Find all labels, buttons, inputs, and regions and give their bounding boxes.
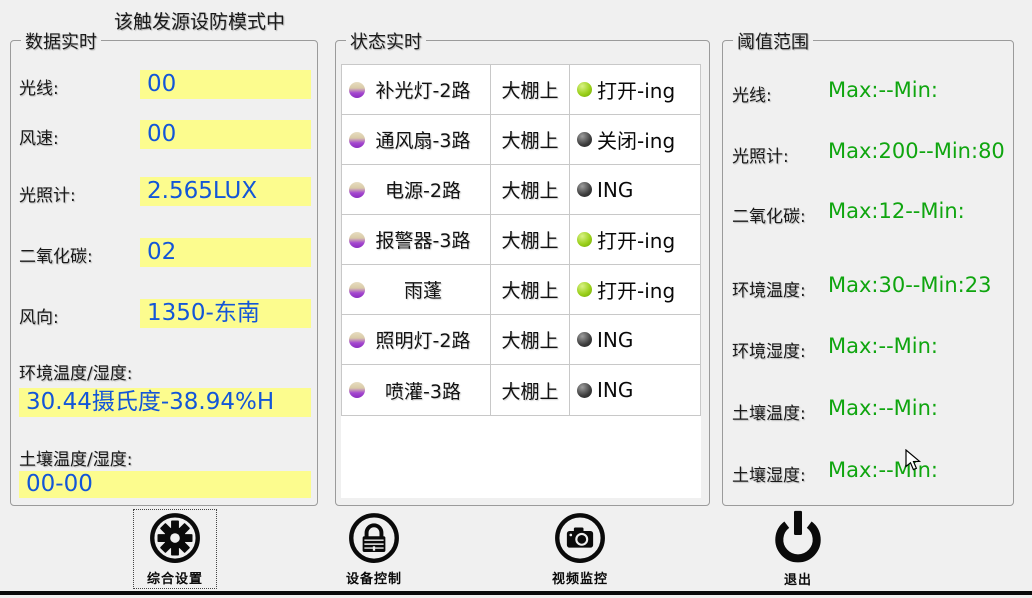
device-location: 大棚上 — [490, 115, 570, 164]
status-led-icon — [577, 82, 592, 97]
device-control-button-label: 设备控制 — [346, 568, 402, 587]
ambient-temp-humidity-field[interactable]: 30.44摄氏度-38.94%H — [19, 388, 311, 417]
table-row[interactable]: 通风扇-3路 大棚上 关闭-ing — [342, 115, 700, 165]
device-name: 喷灌-3路 — [385, 377, 461, 404]
device-location: 大棚上 — [490, 215, 570, 264]
threshold-row: 土壤湿度: Max:--Min: — [723, 458, 1013, 484]
device-status: ING — [597, 378, 633, 402]
device-location: 大棚上 — [490, 165, 570, 214]
video-monitor-button-label: 视频监控 — [552, 568, 608, 587]
exit-button-label: 退出 — [784, 569, 812, 588]
device-name: 通风扇-3路 — [376, 126, 471, 153]
status-led-icon — [577, 332, 592, 347]
device-ball-icon — [349, 382, 365, 398]
lux-meter-field[interactable]: 2.565LUX — [140, 177, 311, 206]
threshold-label: 光照计: — [732, 142, 789, 167]
mouse-cursor-icon — [905, 449, 927, 473]
ambient-temp-humidity-label: 环境温度/湿度: — [19, 359, 132, 384]
status-table: 补光灯-2路 大棚上 打开-ing 通风扇-3路 大棚上 关闭-ing 电源-2… — [341, 64, 701, 416]
lock-icon — [346, 510, 402, 566]
co2-field[interactable]: 02 — [140, 238, 311, 267]
threshold-value: Max:12--Min: — [828, 199, 965, 223]
device-location: 大棚上 — [490, 265, 570, 314]
threshold-value: Max:30--Min:23 — [828, 273, 991, 297]
settings-button[interactable]: 综合设置 — [134, 510, 216, 588]
wind-direction-label: 风向: — [19, 303, 59, 328]
table-row[interactable]: 补光灯-2路 大棚上 打开-ing — [342, 65, 700, 115]
status-led-icon — [577, 132, 592, 147]
threshold-row: 二氧化碳: Max:12--Min: — [723, 199, 1013, 225]
threshold-label: 光线: — [732, 81, 772, 106]
device-status: ING — [597, 178, 633, 202]
status-realtime-panel: 状态实时 补光灯-2路 大棚上 打开-ing 通风扇-3路 大棚上 关闭-ing… — [335, 40, 710, 506]
settings-button-label: 综合设置 — [147, 568, 203, 587]
threshold-panel-title: 阈值范围 — [733, 28, 813, 54]
bottom-divider-bar — [0, 591, 1032, 595]
status-panel-title: 状态实时 — [346, 28, 426, 54]
table-row[interactable]: 报警器-3路 大棚上 打开-ing — [342, 215, 700, 265]
video-monitor-button[interactable]: 视频监控 — [539, 510, 621, 588]
table-row[interactable]: 雨蓬 大棚上 打开-ing — [342, 265, 700, 315]
threshold-value: Max:200--Min:80 — [828, 139, 1005, 163]
threshold-label: 环境温度: — [732, 276, 806, 301]
device-status: 关闭-ing — [597, 125, 675, 154]
app-window: 该触发源设防模式中 数据实时 光线: 00 风速: 00 光照计: 2.565L… — [0, 0, 1032, 598]
device-ball-icon — [349, 232, 365, 248]
mode-banner: 该触发源设防模式中 — [114, 7, 285, 34]
device-name: 照明灯-2路 — [376, 326, 471, 353]
device-location: 大棚上 — [490, 65, 570, 114]
power-icon — [768, 510, 828, 567]
data-panel-title: 数据实时 — [21, 28, 101, 54]
threshold-row: 土壤温度: Max:--Min: — [723, 396, 1013, 422]
device-ball-icon — [349, 182, 365, 198]
status-led-icon — [577, 282, 592, 297]
lux-meter-label: 光照计: — [19, 181, 76, 206]
table-row[interactable]: 喷灌-3路 大棚上 ING — [342, 365, 700, 415]
device-status: 打开-ing — [597, 275, 675, 304]
device-status: ING — [597, 328, 633, 352]
status-led-icon — [577, 383, 592, 398]
data-realtime-panel: 数据实时 光线: 00 风速: 00 光照计: 2.565LUX 二氧化碳: 0… — [10, 40, 318, 506]
light-field[interactable]: 00 — [140, 70, 311, 99]
threshold-label: 二氧化碳: — [732, 202, 806, 227]
threshold-value: Max:--Min: — [828, 334, 938, 358]
device-name: 电源-2路 — [385, 176, 461, 203]
device-location: 大棚上 — [490, 365, 570, 415]
threshold-value: Max:--Min: — [828, 396, 938, 420]
threshold-value: Max:--Min: — [828, 78, 938, 102]
device-status: 打开-ing — [597, 225, 675, 254]
status-led-icon — [577, 182, 592, 197]
threshold-row: 环境湿度: Max:--Min: — [723, 334, 1013, 360]
device-status: 打开-ing — [597, 75, 675, 104]
threshold-row: 光照计: Max:200--Min:80 — [723, 139, 1013, 165]
device-name: 雨蓬 — [404, 276, 442, 303]
table-row[interactable]: 电源-2路 大棚上 ING — [342, 165, 700, 215]
device-ball-icon — [349, 82, 365, 98]
device-name: 报警器-3路 — [376, 226, 471, 253]
status-led-icon — [577, 232, 592, 247]
wind-speed-label: 风速: — [19, 124, 59, 149]
device-location: 大棚上 — [490, 315, 570, 364]
device-name: 补光灯-2路 — [376, 76, 471, 103]
threshold-row: 环境温度: Max:30--Min:23 — [723, 273, 1013, 299]
wind-speed-field[interactable]: 00 — [140, 120, 311, 149]
device-ball-icon — [349, 332, 365, 348]
light-label: 光线: — [19, 74, 59, 99]
device-ball-icon — [349, 132, 365, 148]
co2-label: 二氧化碳: — [19, 242, 93, 267]
camera-icon — [552, 510, 608, 566]
threshold-row: 光线: Max:--Min: — [723, 78, 1013, 104]
soil-temp-humidity-field[interactable]: 00-00 — [19, 471, 311, 498]
threshold-label: 土壤湿度: — [732, 461, 806, 486]
device-ball-icon — [349, 282, 365, 298]
threshold-label: 环境湿度: — [732, 337, 806, 362]
threshold-label: 土壤温度: — [732, 399, 806, 424]
table-row[interactable]: 照明灯-2路 大棚上 ING — [342, 315, 700, 365]
soil-temp-humidity-label: 土壤温度/湿度: — [19, 445, 132, 470]
threshold-range-panel: 阈值范围 光线: Max:--Min: 光照计: Max:200--Min:80… — [722, 40, 1014, 506]
device-control-button[interactable]: 设备控制 — [333, 510, 415, 588]
exit-button[interactable]: 退出 — [757, 510, 839, 588]
wind-direction-field[interactable]: 1350-东南 — [140, 299, 311, 328]
gear-icon — [147, 510, 203, 566]
